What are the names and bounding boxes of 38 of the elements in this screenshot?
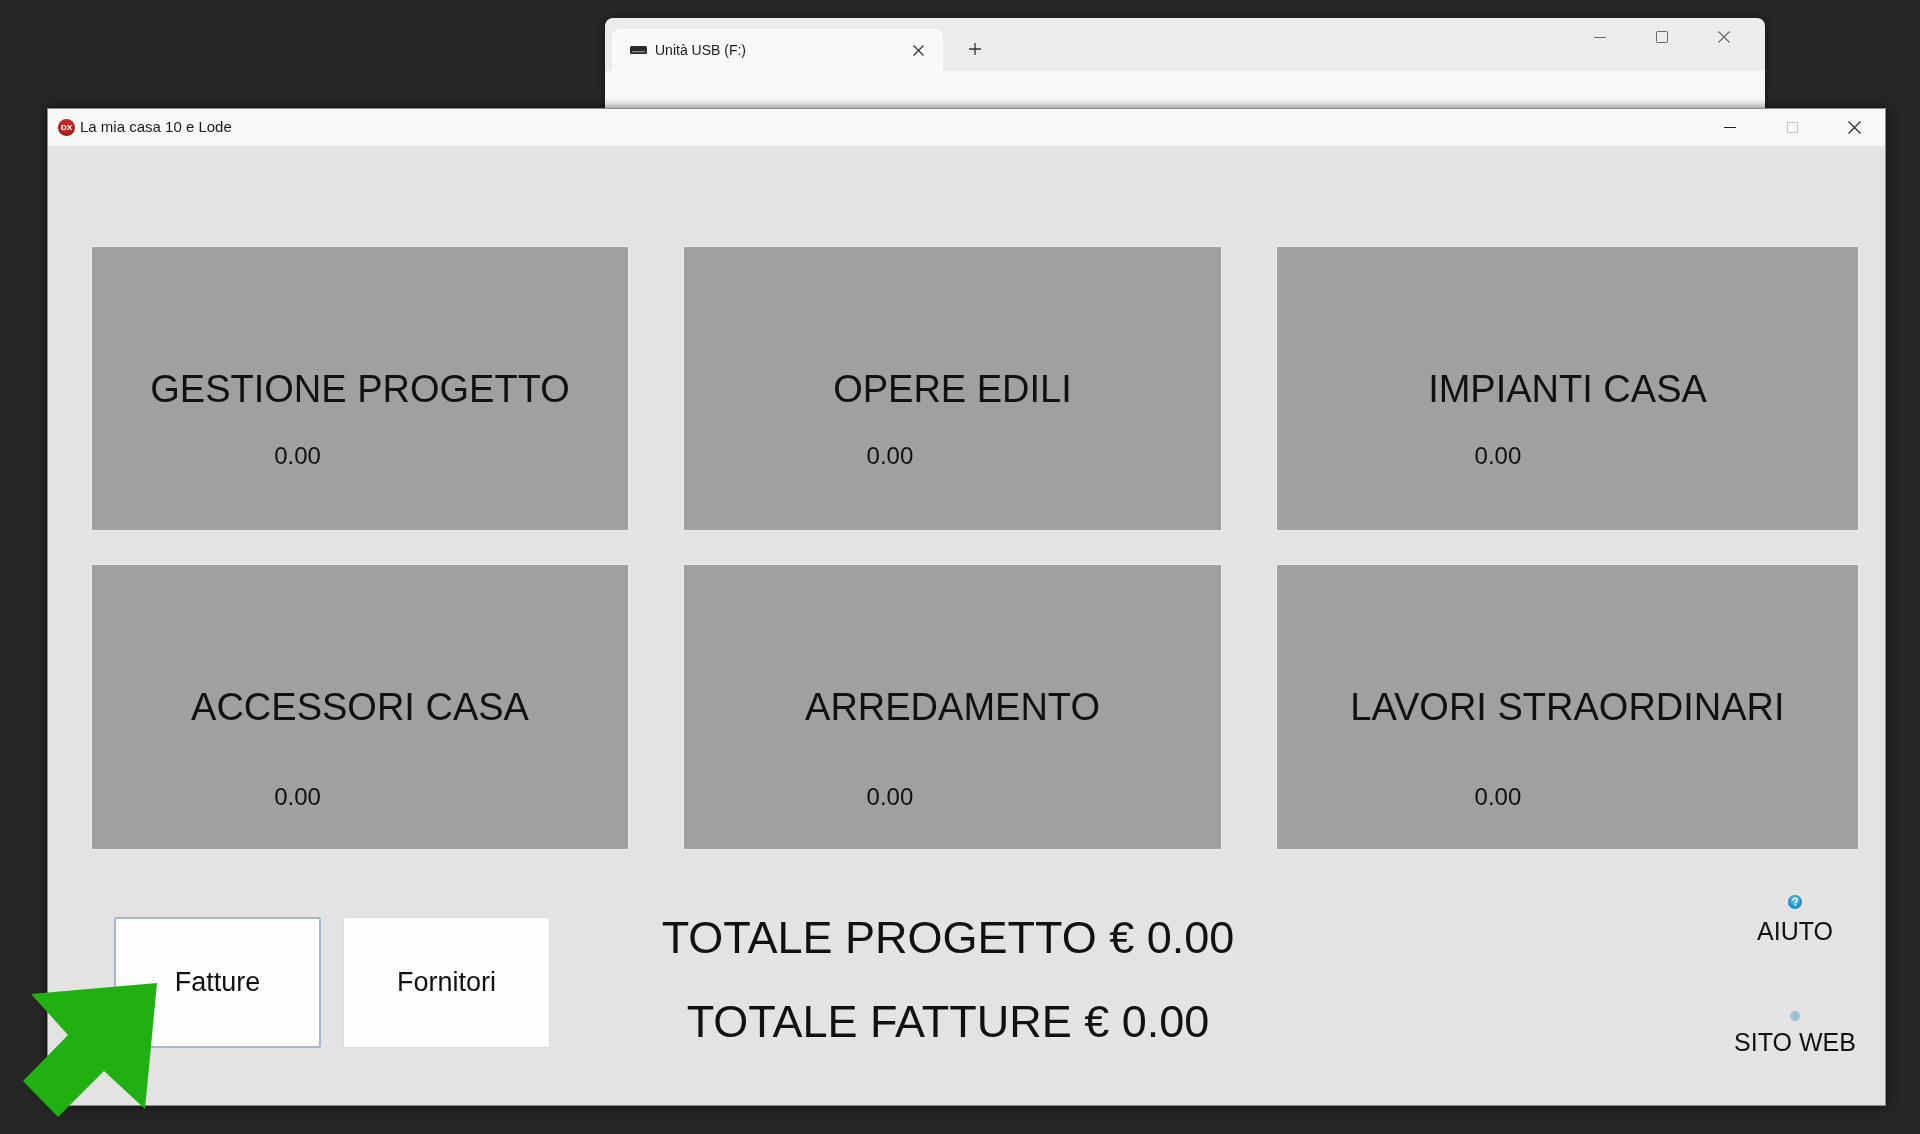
amount-value: 0.00 [1474,782,1522,812]
action-button[interactable]: Fornitori [343,917,550,1048]
category-title: OPERE EDILI [833,367,1072,412]
globe-icon [1790,1011,1800,1021]
category-tile[interactable]: LAVORI STRAORDINARI 0.00 [1276,564,1859,850]
amount-value: 0.00 [1474,441,1522,471]
category-title: GESTIONE PROGETTO [150,367,570,412]
amount-value: 0.00 [866,782,914,812]
minimize-icon [1724,127,1736,128]
app-logo: DX [58,119,75,136]
minimize-icon [1594,36,1606,38]
drive-icon [630,46,647,54]
window-title: La mia casa 10 e Lode [80,117,232,138]
help-button[interactable]: AIUTO [1757,895,1833,946]
close-icon [1718,31,1730,43]
tab-title: Unità USB (F:) [655,40,746,60]
total-text: TOTALE PROGETTO € 0.00 [661,911,1235,965]
category-title: LAVORI STRAORDINARI [1350,685,1785,730]
total-text: TOTALE FATTURE € 0.00 [686,995,1210,1049]
maximize-icon [1786,122,1798,133]
plus-icon [969,43,981,55]
category-tile[interactable]: ARREDAMENTO 0.00 [683,564,1222,850]
category-title: ARREDAMENTO [805,685,1100,730]
category-tile[interactable]: GESTIONE PROGETTO 0.00 [91,246,629,531]
amount-value: 0.00 [274,441,321,471]
category-title: IMPIANTI CASA [1428,367,1707,412]
category-tile[interactable]: OPERE EDILI 0.00 [683,246,1222,531]
category-title: ACCESSORI CASA [191,685,529,730]
website-button[interactable]: SITO WEB [1734,1011,1856,1057]
browser-tab[interactable]: Unità USB (F:) [612,29,943,71]
close-icon [912,44,924,56]
close-icon [1847,121,1861,134]
category-tile[interactable]: IMPIANTI CASA 0.00 [1276,246,1859,531]
category-tile[interactable]: ACCESSORI CASA 0.00 [91,564,629,850]
help-icon [1788,895,1802,909]
amount-value: 0.00 [866,441,914,471]
maximize-icon [1656,31,1668,43]
amount-value: 0.00 [274,782,321,812]
